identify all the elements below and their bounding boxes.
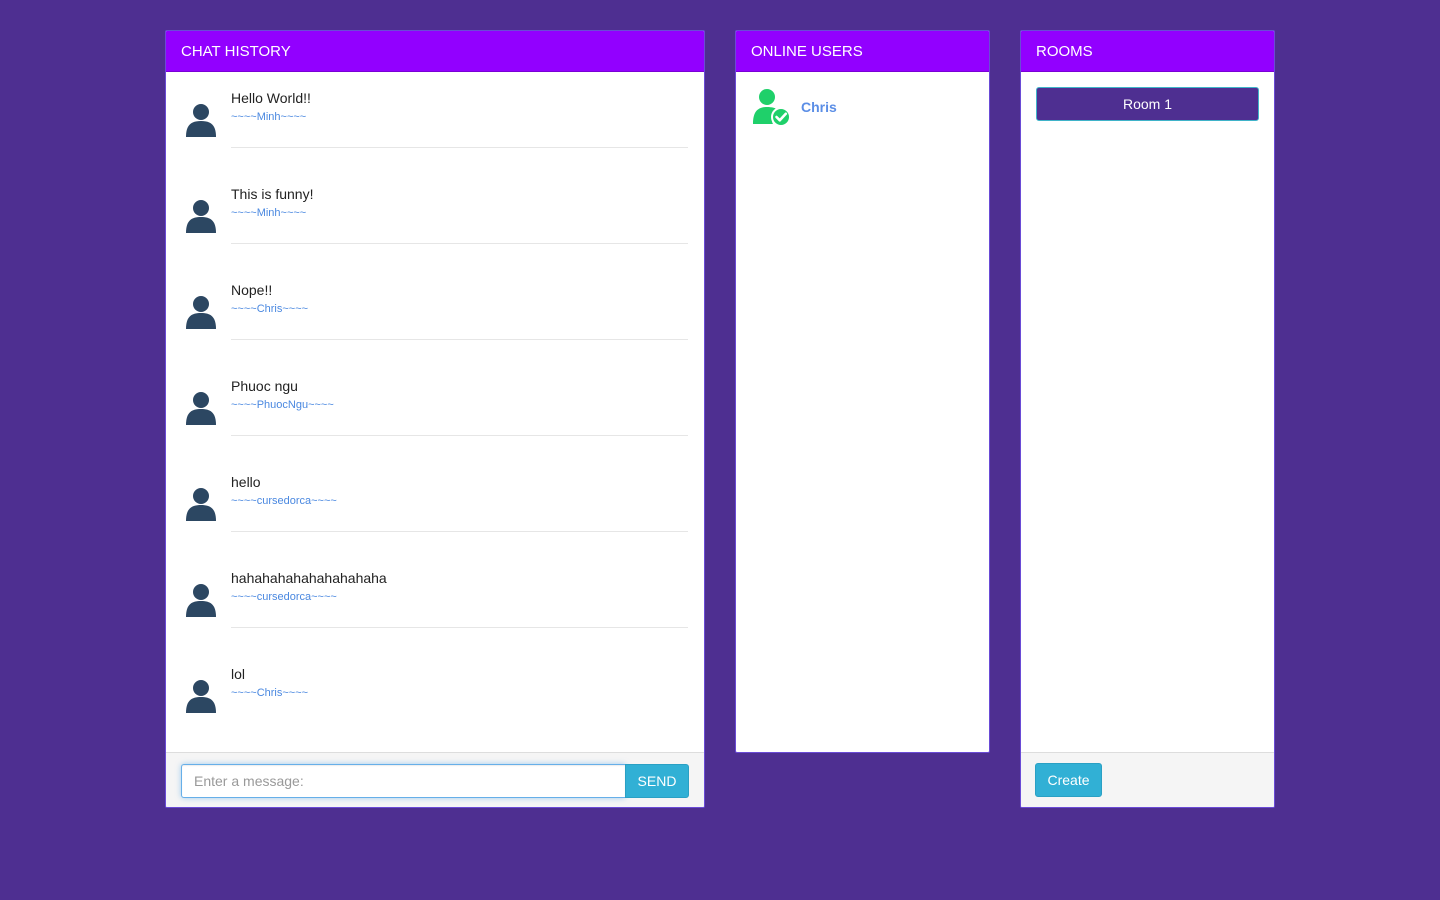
rooms-heading: ROOMS <box>1021 31 1274 72</box>
online-users-list: Chris <box>736 72 989 127</box>
chat-message: lol ~~~~Chris~~~~ <box>182 663 688 752</box>
rooms-footer: Create <box>1021 752 1274 807</box>
message-text: hello <box>231 474 261 490</box>
user-avatar-icon <box>182 183 231 279</box>
chat-message: hahahahahahahahahaha ~~~~cursedorca~~~~ <box>182 567 688 663</box>
message-author: ~~~~Minh~~~~ <box>231 207 307 219</box>
message-author: ~~~~Chris~~~~ <box>231 687 309 699</box>
message-text: lol <box>231 666 246 682</box>
user-avatar-icon <box>182 663 231 752</box>
message-author: ~~~~cursedorca~~~~ <box>231 591 337 603</box>
online-user-name[interactable]: Chris <box>801 99 837 115</box>
message-input-group: SEND <box>181 764 689 798</box>
rooms-list: Room 1 <box>1021 72 1274 121</box>
user-avatar-icon <box>182 471 231 567</box>
user-avatar-icon <box>182 87 231 183</box>
chat-message: Nope!! ~~~~Chris~~~~ <box>182 279 688 375</box>
message-author: ~~~~Minh~~~~ <box>231 111 307 123</box>
chat-history-panel: CHAT HISTORY Hello World!! ~~~~Minh~~~~ … <box>165 30 705 808</box>
online-users-heading: ONLINE USERS <box>736 31 989 72</box>
create-room-button[interactable]: Create <box>1035 763 1102 797</box>
user-avatar-icon <box>182 375 231 471</box>
user-avatar-icon <box>182 279 231 375</box>
room-button[interactable]: Room 1 <box>1036 87 1259 121</box>
chat-message-list[interactable]: Hello World!! ~~~~Minh~~~~ This is funny… <box>166 72 704 752</box>
chat-message: Hello World!! ~~~~Minh~~~~ <box>182 87 688 183</box>
message-author: ~~~~PhuocNgu~~~~ <box>231 399 334 411</box>
message-input[interactable] <box>181 764 625 798</box>
chat-history-heading: CHAT HISTORY <box>166 31 704 72</box>
online-user-icon <box>752 87 792 127</box>
message-text: This is funny! <box>231 186 314 202</box>
chat-message: Phuoc ngu ~~~~PhuocNgu~~~~ <box>182 375 688 471</box>
online-users-panel: ONLINE USERS Chris <box>735 30 990 753</box>
chat-message: This is funny! ~~~~Minh~~~~ <box>182 183 688 279</box>
rooms-panel: ROOMS Room 1 Create <box>1020 30 1275 808</box>
chat-footer: SEND <box>166 752 704 807</box>
message-author: ~~~~cursedorca~~~~ <box>231 495 337 507</box>
message-text: Nope!! <box>231 282 273 298</box>
message-text: hahahahahahahahahaha <box>231 570 387 586</box>
message-text: Phuoc ngu <box>231 378 298 394</box>
send-button[interactable]: SEND <box>625 764 689 798</box>
message-text: Hello World!! <box>231 90 311 106</box>
message-author: ~~~~Chris~~~~ <box>231 303 309 315</box>
chat-message: hello ~~~~cursedorca~~~~ <box>182 471 688 567</box>
user-avatar-icon <box>182 567 231 663</box>
online-user-item[interactable]: Chris <box>736 72 989 127</box>
